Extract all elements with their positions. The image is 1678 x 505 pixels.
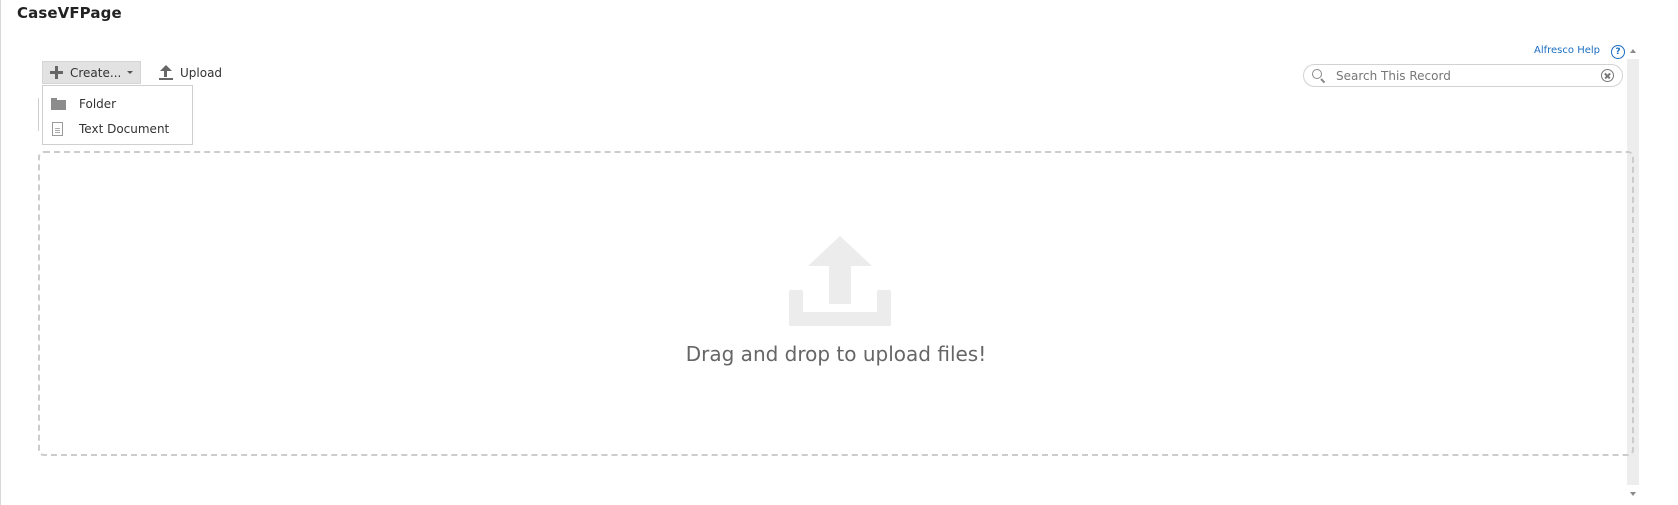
menu-item-text-document[interactable]: Text Document (43, 117, 192, 141)
plus-icon (50, 66, 63, 79)
scroll-up-arrow-icon[interactable] (1627, 45, 1639, 57)
toolbar-edge (38, 98, 39, 131)
upload-button-label: Upload (180, 65, 223, 80)
document-icon (52, 122, 63, 136)
upload-tray-icon (789, 236, 891, 326)
help-icon[interactable]: ? (1611, 45, 1625, 59)
dropzone-message: Drag and drop to upload files! (685, 342, 987, 366)
search-icon (1312, 69, 1326, 84)
upload-button[interactable]: Upload (158, 61, 222, 84)
search-input[interactable] (1336, 67, 1586, 84)
search-box (1303, 64, 1623, 87)
create-button[interactable]: Create... (42, 61, 141, 84)
folder-icon (51, 98, 66, 110)
scroll-down-arrow-icon[interactable] (1627, 488, 1639, 500)
page-title: CaseVFPage (17, 4, 122, 22)
caret-down-icon (127, 71, 134, 74)
upload-icon (158, 64, 174, 81)
create-menu: Folder Text Document (42, 85, 193, 145)
menu-item-label: Folder (79, 97, 117, 111)
alfresco-help-link[interactable]: Alfresco Help (1534, 45, 1600, 56)
drag-drop-upload-zone[interactable]: Drag and drop to upload files! (38, 151, 1634, 456)
menu-item-label: Text Document (79, 122, 170, 136)
clear-search-icon[interactable] (1601, 69, 1614, 82)
menu-item-folder[interactable]: Folder (43, 92, 192, 116)
create-button-label: Create... (70, 65, 122, 80)
left-border (0, 0, 1, 505)
